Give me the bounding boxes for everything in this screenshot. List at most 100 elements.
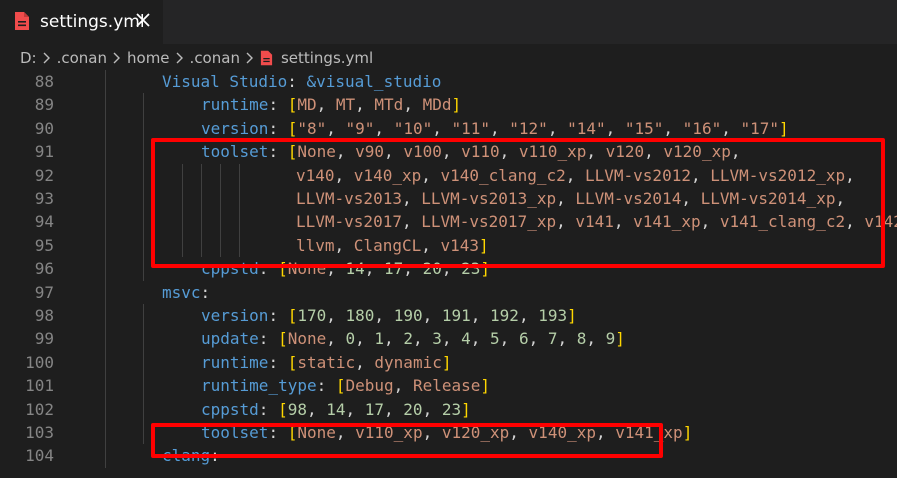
code-token: , bbox=[721, 118, 741, 138]
code-token: MTd bbox=[374, 95, 404, 115]
line-number: 88 bbox=[34, 72, 54, 91]
code-token: , bbox=[432, 118, 452, 138]
code-token: [ bbox=[287, 118, 298, 138]
code-line: 102 cppstd: [98, 14, 17, 20, 23] bbox=[0, 397, 897, 421]
indent-guide bbox=[105, 350, 106, 375]
code-text: Visual Studio: &visual_studio bbox=[162, 70, 441, 93]
breadcrumb-conan-2[interactable]: .conan bbox=[190, 49, 240, 67]
file-icon bbox=[260, 50, 273, 66]
code-token: : bbox=[268, 306, 288, 325]
code-token: : bbox=[316, 376, 336, 396]
line-number: 96 bbox=[34, 259, 54, 279]
code-token: ] bbox=[451, 95, 462, 115]
code-line: 101 runtime_type: [Debug, Release] bbox=[0, 374, 897, 398]
chevron-right-icon bbox=[246, 52, 254, 64]
code-editor[interactable]: 88 Visual Studio: &visual_studio 89 runtime… bbox=[0, 70, 897, 478]
code-token: , bbox=[586, 329, 606, 349]
line-number: 92 bbox=[34, 165, 54, 185]
code-line: 98 version: [170, 180, 190, 191, 192, 193… bbox=[0, 304, 897, 328]
breadcrumb-home[interactable]: home bbox=[127, 49, 170, 67]
code-token: Release bbox=[412, 376, 481, 396]
code-token: "15" bbox=[624, 118, 664, 138]
code-token: 8 bbox=[576, 329, 587, 349]
code-token: ] bbox=[682, 423, 693, 442]
code-token: : bbox=[268, 352, 288, 372]
indent-guide bbox=[143, 210, 144, 234]
line-number: 100 bbox=[25, 352, 54, 372]
code-token: MDd bbox=[422, 95, 452, 115]
code-token: MD bbox=[297, 95, 317, 115]
code-token: , bbox=[345, 399, 365, 419]
code-token: , bbox=[663, 118, 683, 138]
line-number: 98 bbox=[34, 306, 54, 325]
code-token: static bbox=[297, 352, 356, 372]
breadcrumb-file[interactable]: settings.yml bbox=[281, 49, 373, 67]
indent-guide bbox=[105, 327, 106, 351]
breadcrumb-drive[interactable]: D: bbox=[20, 49, 37, 67]
code-token: , bbox=[306, 399, 327, 419]
code-token: : bbox=[287, 72, 307, 91]
code-token: 17 bbox=[364, 399, 385, 419]
code-token: [ bbox=[287, 306, 298, 325]
code-text: update: [None, 0, 1, 2, 3, 4, 5, 6, 7, 8… bbox=[201, 327, 625, 350]
code-token: version bbox=[201, 118, 269, 138]
code-token: , bbox=[528, 329, 548, 349]
code-token: , bbox=[374, 306, 394, 325]
code-text: version: [170, 180, 190, 191, 192, 193] bbox=[201, 304, 577, 327]
code-text: runtime: [static, dynamic] bbox=[201, 351, 451, 374]
code-token: , bbox=[326, 118, 346, 138]
indent-guide bbox=[105, 257, 106, 281]
line-number: 90 bbox=[34, 118, 54, 138]
code-token: 23 bbox=[441, 399, 462, 419]
code-token: "14" bbox=[567, 118, 606, 138]
code-token: , bbox=[384, 329, 404, 349]
code-line: 89 runtime: [MD, MT, MTd, MDd] bbox=[0, 93, 897, 117]
code-token: MT bbox=[335, 95, 356, 115]
code-token: 98 bbox=[287, 399, 307, 419]
code-token: , bbox=[316, 95, 336, 115]
code-token: &visual_studio bbox=[306, 72, 442, 91]
indent-guide bbox=[105, 116, 106, 141]
chevron-right-icon bbox=[43, 52, 51, 64]
chevron-right-icon bbox=[113, 52, 121, 64]
code-token: , bbox=[412, 329, 433, 349]
code-token: , bbox=[422, 306, 442, 325]
code-token: 14 bbox=[326, 399, 346, 419]
code-token: [ bbox=[278, 399, 288, 419]
code-token: , bbox=[326, 329, 346, 349]
tab-settings-yml[interactable]: settings.yml bbox=[0, 0, 163, 44]
code-token: : bbox=[268, 95, 288, 115]
indent-guide bbox=[105, 233, 106, 258]
line-number: 89 bbox=[34, 95, 54, 115]
tab-bar: settings.yml bbox=[0, 0, 897, 44]
breadcrumb-conan[interactable]: .conan bbox=[57, 49, 107, 67]
indent-guide bbox=[105, 187, 106, 211]
code-token: 9 bbox=[605, 329, 616, 349]
code-token: ] bbox=[441, 352, 452, 372]
code-token: 191 bbox=[441, 306, 471, 325]
line-number: 104 bbox=[25, 446, 54, 466]
code-token: , bbox=[470, 306, 491, 325]
line-number: 99 bbox=[34, 329, 54, 349]
code-token: "8" bbox=[297, 118, 327, 138]
code-token: 20 bbox=[403, 399, 423, 419]
indent-guide bbox=[105, 140, 106, 164]
line-number: 93 bbox=[34, 189, 54, 208]
code-token: : bbox=[258, 329, 279, 349]
indent-guide bbox=[143, 140, 144, 164]
close-icon[interactable] bbox=[135, 12, 151, 28]
code-token: , bbox=[384, 399, 404, 419]
indent-guide bbox=[143, 421, 144, 445]
code-token: , bbox=[441, 329, 462, 349]
code-token: , bbox=[326, 306, 346, 325]
indent-guide bbox=[143, 327, 144, 351]
code-token: 0 bbox=[345, 329, 356, 349]
indent-guide bbox=[105, 210, 106, 234]
code-token: 6 bbox=[518, 329, 529, 349]
code-token: "16" bbox=[682, 118, 722, 138]
indent-guide bbox=[105, 70, 106, 94]
code-token: , bbox=[547, 118, 568, 138]
tab-title: settings.yml bbox=[40, 12, 145, 32]
indent-guide bbox=[143, 93, 144, 117]
code-token: , bbox=[422, 399, 442, 419]
